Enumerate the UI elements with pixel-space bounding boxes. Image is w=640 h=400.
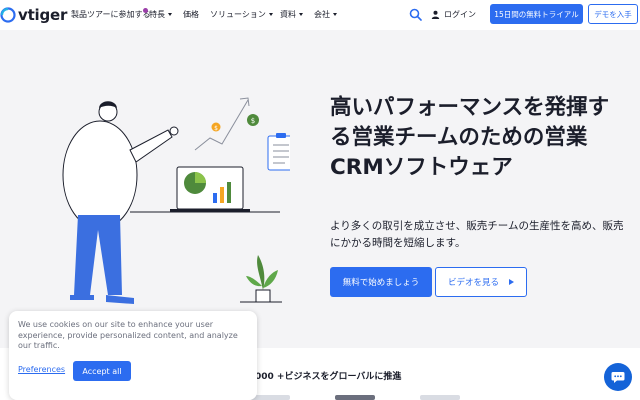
top-navigation: vtiger 製品ツアーに参加する 特長 価格 ソリューション 資料 会社 ログ… — [0, 0, 640, 30]
chevron-down-icon — [268, 13, 273, 16]
svg-text:$: $ — [214, 125, 218, 132]
cookie-consent-banner: We use cookies on our site to enhance yo… — [9, 311, 257, 400]
play-icon — [509, 279, 514, 285]
cookie-message: We use cookies on our site to enhance yo… — [18, 320, 238, 350]
chat-widget-button[interactable] — [604, 363, 632, 391]
nav-product-tour[interactable]: 製品ツアーに参加する — [71, 9, 151, 20]
svg-text:$: $ — [251, 117, 255, 125]
accept-all-button[interactable]: Accept all — [73, 361, 131, 381]
user-icon — [431, 10, 440, 19]
hero-illustration: $ $ — [62, 97, 290, 304]
preferences-link[interactable]: Preferences — [18, 365, 65, 374]
nav-company-label: 会社 — [314, 10, 330, 19]
start-free-button[interactable]: 無料で始めましょう — [330, 267, 432, 297]
get-demo-button[interactable]: デモを入手 — [588, 4, 638, 24]
brand-name: vtiger — [18, 6, 68, 24]
search-icon[interactable] — [409, 8, 422, 21]
nav-resources-label: 資料 — [280, 10, 296, 19]
nav-solutions[interactable]: ソリューション — [210, 9, 273, 20]
nav-pricing-label: 価格 — [183, 10, 199, 19]
watch-video-button[interactable]: ビデオを見る — [435, 267, 527, 297]
nav-features[interactable]: 特長 — [149, 9, 172, 20]
nav-resources[interactable]: 資料 — [280, 9, 303, 20]
chevron-down-icon — [333, 13, 337, 16]
nav-pricing[interactable]: 価格 — [183, 9, 199, 20]
nav-solutions-label: ソリューション — [210, 10, 266, 19]
hero-headline: 高いパフォーマンスを発揮する営業チームのための営業CRMソフトウェア — [330, 95, 610, 180]
nav-company[interactable]: 会社 — [314, 9, 337, 20]
nav-product-tour-label: 製品ツアーに参加する — [71, 10, 151, 19]
notification-dot — [143, 8, 148, 13]
login-label: ログイン — [444, 10, 476, 19]
hero-subtext: より多くの取引を成立させ、販売チームの生産性を高め、販売にかかる時間を短縮します… — [330, 220, 624, 249]
free-trial-button[interactable]: 15日間の無料トライアル — [490, 4, 583, 24]
login-link[interactable]: ログイン — [431, 9, 476, 20]
trusted-businesses-text: 000 +ビジネスをグローバルに推進 — [255, 372, 402, 382]
chevron-down-icon — [168, 13, 172, 16]
vtiger-logo-icon — [0, 7, 16, 23]
vtiger-logo[interactable]: vtiger — [0, 5, 67, 25]
nav-features-label: 特長 — [149, 10, 165, 19]
chat-icon — [611, 371, 625, 383]
chevron-down-icon — [299, 13, 303, 16]
watch-video-label: ビデオを見る — [447, 278, 499, 288]
